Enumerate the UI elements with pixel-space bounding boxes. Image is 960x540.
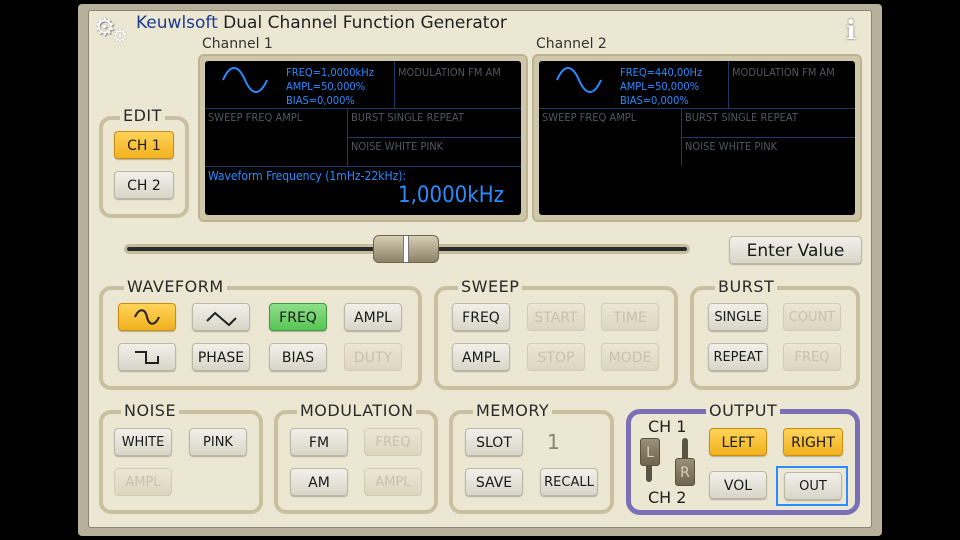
enter-value-button[interactable]: Enter Value: [729, 236, 862, 264]
ch2-modulation-status: MODULATION FM AM: [732, 66, 835, 79]
modulation-group: [274, 410, 438, 514]
sweep-group: [434, 286, 678, 390]
square-wave-button[interactable]: [118, 343, 176, 371]
memory-group: [449, 410, 614, 514]
burst-count-button[interactable]: COUNT: [783, 303, 841, 331]
channel2-label: Channel 2: [536, 36, 607, 52]
ch1-sweep-status: SWEEP FREQ AMPL: [208, 111, 303, 124]
divider: [681, 137, 855, 138]
waveform-ampl-button[interactable]: AMPL: [344, 303, 402, 331]
ch1-input-prompt: Waveform Frequency (1mHz-22kHz):: [208, 169, 407, 183]
slider-thumb-grip: [403, 236, 409, 262]
channel1-label: Channel 1: [202, 36, 273, 52]
edit-ch2-button[interactable]: CH 2: [114, 171, 174, 199]
sweep-time-button[interactable]: TIME: [601, 303, 659, 331]
sweep-group-label: SWEEP: [458, 277, 523, 296]
output-out-button[interactable]: OUT: [784, 472, 842, 500]
app-title-text: Dual Channel Function Generator: [217, 13, 507, 33]
sweep-start-button[interactable]: START: [527, 303, 585, 331]
info-icon[interactable]: i: [840, 16, 862, 46]
noise-white-button[interactable]: WHITE: [114, 428, 172, 456]
channel1-screen[interactable]: FREQ=1,0000kHz AMPL=50,000% BIAS=0,000% …: [205, 61, 521, 215]
modulation-fm-button[interactable]: FM: [290, 428, 348, 456]
burst-freq-button[interactable]: FREQ: [783, 343, 841, 371]
divider: [539, 108, 855, 109]
ch2-freq-readout: FREQ=440,00Hz: [620, 66, 703, 79]
sweep-mode-button[interactable]: MODE: [601, 343, 659, 371]
ch2-sweep-status: SWEEP FREQ AMPL: [542, 111, 637, 124]
ch1-bias-readout: BIAS=0,000%: [286, 94, 355, 107]
memory-slot-value: 1: [547, 430, 560, 454]
ch1-input-value: 1,0000kHz: [398, 183, 504, 208]
memory-slot-button[interactable]: SLOT: [465, 428, 523, 456]
noise-group: [99, 410, 263, 514]
ch2-noise-status: NOISE WHITE PINK: [685, 140, 778, 153]
triangle-wave-icon: [206, 311, 237, 327]
memory-group-label: MEMORY: [473, 401, 553, 420]
burst-repeat-button[interactable]: REPEAT: [708, 343, 768, 371]
output-ch2-label: CH 2: [648, 488, 687, 507]
divider: [394, 61, 395, 108]
ch1-modulation-status: MODULATION FM AM: [398, 66, 501, 79]
noise-ampl-button[interactable]: AMPL: [114, 468, 172, 496]
channel2-screen[interactable]: FREQ=440,00Hz AMPL=50,000% BIAS=0,000% M…: [539, 61, 855, 215]
settings-small-gear-icon[interactable]: ⚙: [112, 26, 128, 47]
output-group-label: OUTPUT: [706, 401, 781, 420]
sweep-ampl-button[interactable]: AMPL: [452, 343, 510, 371]
burst-group-label: BURST: [715, 277, 778, 296]
ch1-ampl-readout: AMPL=50,000%: [286, 80, 366, 93]
waveform-phase-button[interactable]: PHASE: [192, 343, 250, 371]
sweep-stop-button[interactable]: STOP: [527, 343, 585, 371]
right-channel-switch[interactable]: R: [675, 458, 695, 486]
burst-group: [690, 286, 860, 390]
waveform-freq-button[interactable]: FREQ: [269, 303, 327, 331]
app-title: Keuwlsoft Dual Channel Function Generato…: [136, 13, 507, 33]
modulation-am-button[interactable]: AM: [290, 468, 348, 496]
noise-group-label: NOISE: [121, 401, 180, 420]
ch1-freq-readout: FREQ=1,0000kHz: [286, 66, 374, 79]
memory-recall-button[interactable]: RECALL: [540, 468, 598, 496]
noise-pink-button[interactable]: PINK: [189, 428, 247, 456]
output-ch1-label: CH 1: [648, 417, 687, 436]
waveform-group: [99, 286, 422, 390]
ch2-bias-readout: BIAS=0,000%: [620, 94, 689, 107]
modulation-ampl-button[interactable]: AMPL: [364, 468, 422, 496]
left-channel-switch[interactable]: L: [640, 438, 660, 466]
sine-wave-icon: [134, 309, 160, 325]
ch2-ampl-readout: AMPL=50,000%: [620, 80, 700, 93]
divider: [347, 137, 521, 138]
ch1-burst-status: BURST SINGLE REPEAT: [351, 111, 464, 124]
triangle-wave-button[interactable]: [192, 303, 250, 331]
brand-name: Keuwlsoft: [136, 13, 218, 33]
value-slider-thumb[interactable]: [373, 235, 439, 263]
sine-wave-icon: [556, 67, 602, 93]
edit-group-label: EDIT: [120, 106, 165, 125]
waveform-group-label: WAVEFORM: [124, 277, 227, 296]
divider: [205, 108, 521, 109]
edit-ch1-button[interactable]: CH 1: [114, 131, 174, 159]
divider: [205, 166, 521, 167]
modulation-group-label: MODULATION: [297, 401, 417, 420]
waveform-bias-button[interactable]: BIAS: [269, 343, 327, 371]
divider: [728, 61, 729, 108]
sweep-freq-button[interactable]: FREQ: [452, 303, 510, 331]
square-wave-icon: [135, 351, 159, 364]
memory-save-button[interactable]: SAVE: [465, 468, 523, 496]
modulation-freq-button[interactable]: FREQ: [364, 428, 422, 456]
output-right-button[interactable]: RIGHT: [783, 428, 843, 456]
sine-wave-button[interactable]: [118, 303, 176, 331]
ch2-burst-status: BURST SINGLE REPEAT: [685, 111, 798, 124]
ch1-noise-status: NOISE WHITE PINK: [351, 140, 444, 153]
burst-single-button[interactable]: SINGLE: [708, 303, 768, 331]
sine-wave-icon: [222, 67, 268, 93]
waveform-duty-button[interactable]: DUTY: [344, 343, 402, 371]
output-vol-button[interactable]: VOL: [709, 471, 767, 499]
output-left-button[interactable]: LEFT: [709, 428, 767, 456]
